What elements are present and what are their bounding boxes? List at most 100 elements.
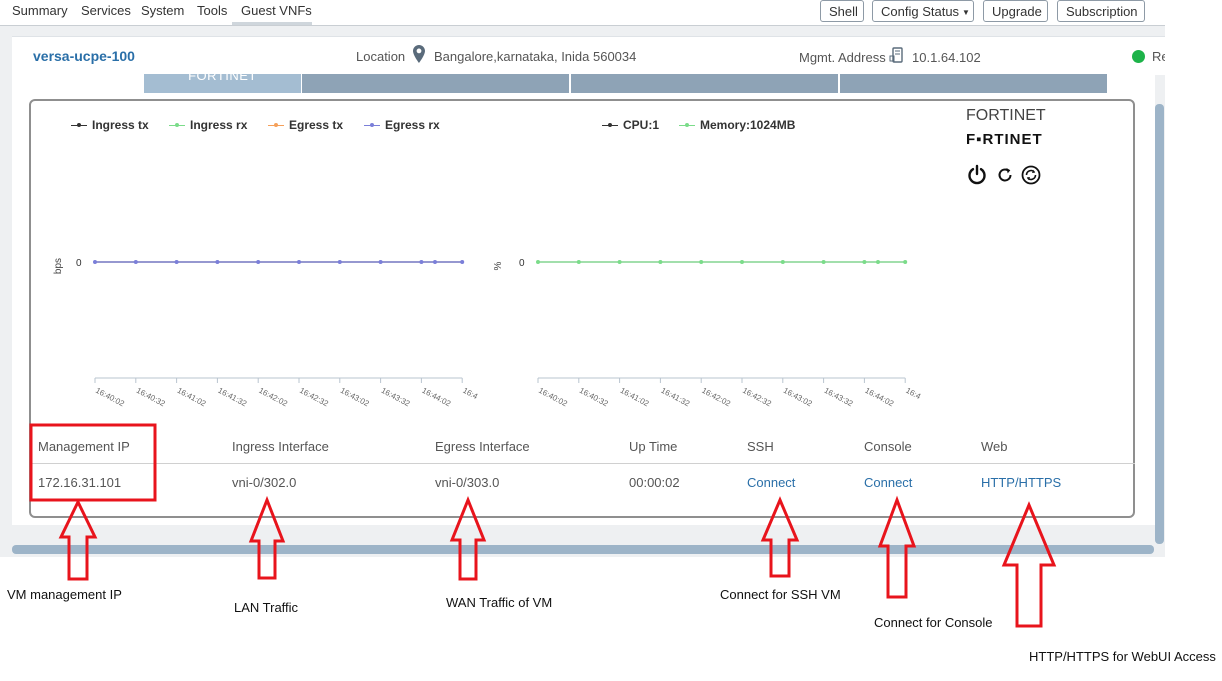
ssh-connect-link[interactable]: Connect [747, 475, 795, 490]
annotation-vm-management-ip: VM management IP [7, 587, 122, 602]
charts-area: bps 0 16:40:02 16:40:32 16:41:02 16:41:32 16:4… [53, 258, 923, 409]
server-icon [889, 47, 905, 68]
y-axis-label: % [493, 261, 504, 270]
x-tick-label: 16:41:02 [176, 386, 208, 409]
vnf-content-panel: FORTINET Ingress tx Ingress rx Egress tx… [12, 68, 1155, 525]
data-point [658, 260, 663, 264]
tab-services[interactable]: Services [81, 3, 131, 18]
header-up-time: Up Time [629, 439, 678, 454]
shell-button-label: Shell [829, 4, 858, 19]
tab-summary[interactable]: Summary [12, 3, 68, 18]
header-ingress-interface: Ingress Interface [232, 439, 329, 454]
shell-button[interactable]: Shell [820, 0, 864, 22]
x-tick-label: 16:43:32 [823, 386, 855, 409]
annotation-wan-traffic: WAN Traffic of VM [446, 595, 553, 610]
subscription-label: Subscription [1066, 4, 1138, 19]
config-status-label: Config Status [881, 4, 960, 19]
up-time-value: 00:00:02 [629, 475, 680, 490]
egress-interface-value: vni-0/303.0 [435, 475, 500, 490]
location-pin-icon [413, 45, 425, 68]
device-name[interactable]: versa-ucpe-100 [33, 48, 135, 64]
location-value: Bangalore,karnataka, Inida 560034 [434, 49, 637, 64]
data-point [536, 260, 540, 264]
annotation-web: HTTP/HTTPS for WebUI Access [1029, 649, 1216, 664]
x-tick-label: 16:43:32 [380, 386, 412, 409]
status-indicator [1132, 50, 1145, 63]
data-point [780, 260, 785, 264]
vnf-tab-2[interactable] [302, 74, 569, 93]
data-point [419, 260, 424, 264]
tab-system[interactable]: System [141, 3, 184, 18]
vnf-tab-4[interactable] [840, 74, 1107, 93]
x-tick-label: 16:41:02 [619, 386, 651, 409]
data-point [297, 260, 301, 264]
header-ssh: SSH [747, 439, 774, 454]
header-management-ip: Management IP [38, 439, 130, 454]
x-tick-label: 16:42:02 [700, 386, 732, 409]
x-tick-label: 16:40:32 [135, 386, 167, 409]
x-tick-label: 16:40:02 [94, 386, 126, 409]
horizontal-scrollbar[interactable] [12, 545, 1154, 554]
annotation-lan-traffic: LAN Traffic [234, 600, 299, 615]
x-tick-label: 16:40:32 [578, 386, 610, 409]
header-web: Web [981, 439, 1008, 454]
y-tick-label: 0 [76, 258, 82, 269]
mgmt-address-value: 10.1.64.102 [912, 50, 981, 65]
vnf-tab-3[interactable] [571, 74, 838, 93]
data-point [460, 260, 465, 264]
x-tick-label: 16:42:32 [298, 386, 330, 409]
data-point [337, 260, 342, 264]
header-console: Console [864, 439, 912, 454]
location-label: Location [356, 49, 406, 64]
vnf-tab-fortinet[interactable]: FORTINET [144, 68, 301, 93]
ingress-interface-value: vni-0/302.0 [232, 475, 297, 490]
data-point [256, 260, 261, 264]
x-tick-label: 16:4 [461, 386, 479, 402]
data-point [821, 260, 826, 264]
data-point [862, 260, 867, 264]
vnf-card: Ingress tx Ingress rx Egress tx Egress r… [29, 99, 1135, 518]
app-window: Summary Services System Tools Guest VNFs… [0, 0, 1165, 557]
console-connect-link[interactable]: Connect [864, 475, 912, 490]
data-point [876, 260, 880, 264]
upgrade-button[interactable]: Upgrade [983, 0, 1048, 22]
data-point [903, 260, 908, 264]
x-tick-label: 16:42:32 [741, 386, 773, 409]
x-tick-label: 16:44:02 [420, 386, 452, 409]
data-point [576, 260, 581, 264]
x-tick-label: 16:43:02 [782, 386, 814, 409]
x-tick-label: 16:44:02 [863, 386, 895, 409]
data-point [378, 260, 383, 264]
x-tick-label: 16:42:02 [257, 386, 289, 409]
data-point [740, 260, 744, 264]
table-divider [31, 463, 1135, 464]
subscription-button[interactable]: Subscription [1057, 0, 1145, 22]
vertical-scrollbar[interactable] [1155, 104, 1164, 544]
mgmt-address-label: Mgmt. Address [799, 50, 886, 65]
web-http-https-link[interactable]: HTTP/HTTPS [981, 475, 1061, 490]
management-ip-value: 172.16.31.101 [38, 475, 122, 490]
upgrade-label: Upgrade [992, 4, 1042, 19]
x-tick-label: 16:40:02 [537, 386, 569, 409]
x-tick-label: 16:41:32 [216, 386, 248, 409]
caret-down-icon: ▼ [962, 7, 970, 17]
vnf-tab-label: FORTINET [188, 68, 257, 83]
status-text: Re [1152, 49, 1165, 64]
data-point [174, 260, 179, 264]
y-axis-label: bps [53, 258, 64, 274]
data-point [133, 260, 138, 264]
top-nav: Summary Services System Tools Guest VNFs… [0, 0, 1165, 26]
tab-tools[interactable]: Tools [197, 3, 227, 18]
data-point [215, 260, 220, 264]
data-point [93, 260, 97, 264]
data-point [699, 260, 704, 264]
data-point [617, 260, 622, 264]
x-tick-label: 16:4 [904, 386, 922, 402]
x-tick-label: 16:43:02 [339, 386, 371, 409]
config-status-button[interactable]: Config Status ▼ [872, 0, 974, 22]
header-egress-interface: Egress Interface [435, 439, 530, 454]
annotation-ssh: Connect for SSH VM [720, 587, 841, 602]
data-point [433, 260, 437, 264]
x-tick-label: 16:41:32 [659, 386, 691, 409]
tab-guest-vnfs[interactable]: Guest VNFs [241, 3, 312, 18]
